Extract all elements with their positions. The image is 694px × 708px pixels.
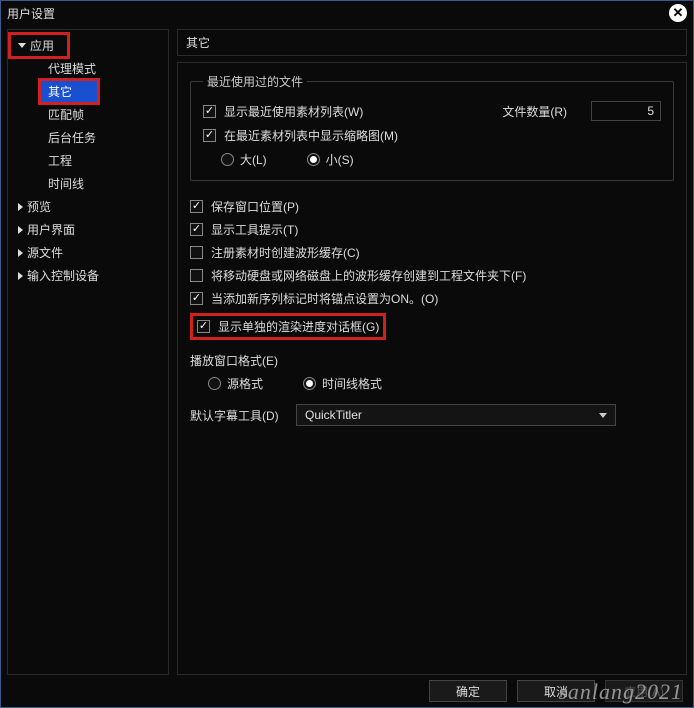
sidebar-item-label: 应用 — [30, 37, 54, 54]
chevron-right-icon — [18, 249, 23, 257]
sidebar-item-preview[interactable]: 预览 — [10, 195, 166, 218]
default-titler-select[interactable]: QuickTitler — [296, 404, 616, 426]
label-move-waveform: 将移动硬盘或网络磁盘上的波形缓存创建到工程文件夹下(F) — [211, 267, 526, 284]
label-default-titler: 默认字幕工具(D) — [190, 407, 282, 424]
label-tooltips: 显示工具提示(T) — [211, 221, 298, 238]
recent-files-legend: 最近使用过的文件 — [203, 73, 307, 90]
label-size-large: 大(L) — [240, 151, 267, 168]
label-anchor-on: 当添加新序列标记时将锚点设置为ON。(O) — [211, 290, 438, 307]
apply-button[interactable]: 应用(A) — [605, 680, 683, 702]
sidebar-item-app[interactable]: 应用 — [10, 34, 68, 57]
label-show-thumbs: 在最近素材列表中显示缩略图(M) — [224, 127, 398, 144]
checkbox-move-waveform[interactable] — [190, 269, 203, 282]
close-button[interactable]: ✕ — [669, 4, 687, 22]
sidebar-item-project[interactable]: 工程 — [10, 149, 166, 172]
titlebar: 用户设置 ✕ — [1, 1, 693, 25]
sidebar: 应用 代理模式 其它 匹配帧 后台任务 工程 时间线 预览 用户界面 源文件 — [7, 29, 169, 675]
sidebar-item-label: 用户界面 — [27, 221, 75, 238]
checkbox-tooltips[interactable] — [190, 223, 203, 236]
checkbox-anchor-on[interactable] — [190, 292, 203, 305]
radio-size-large[interactable] — [221, 153, 234, 166]
ok-button[interactable]: 确定 — [429, 680, 507, 702]
label-size-small: 小(S) — [326, 151, 354, 168]
sidebar-item-inputdevice[interactable]: 输入控制设备 — [10, 264, 166, 287]
file-count-input[interactable] — [591, 101, 661, 121]
cancel-button[interactable]: 取消 — [517, 680, 595, 702]
checkbox-show-thumbs[interactable] — [203, 129, 216, 142]
chevron-right-icon — [18, 272, 23, 280]
sidebar-item-bgtasks[interactable]: 后台任务 — [10, 126, 166, 149]
sidebar-item-ui[interactable]: 用户界面 — [10, 218, 166, 241]
select-value: QuickTitler — [305, 408, 362, 422]
sidebar-item-label: 输入控制设备 — [27, 267, 99, 284]
sidebar-item-proxy[interactable]: 代理模式 — [10, 57, 166, 80]
radio-timeline-format[interactable] — [303, 377, 316, 390]
checkbox-save-winpos[interactable] — [190, 200, 203, 213]
radio-source-format[interactable] — [208, 377, 221, 390]
sidebar-item-other[interactable]: 其它 — [40, 80, 98, 103]
chevron-down-icon — [18, 43, 26, 48]
chevron-down-icon — [599, 413, 607, 418]
sidebar-item-matchframe[interactable]: 匹配帧 — [10, 103, 166, 126]
recent-files-group: 最近使用过的文件 显示最近使用素材列表(W) 文件数量(R) 在最近素材列表中显… — [190, 73, 674, 181]
label-save-winpos: 保存窗口位置(P) — [211, 198, 299, 215]
checkbox-show-recent[interactable] — [203, 105, 216, 118]
sidebar-item-label: 预览 — [27, 198, 51, 215]
label-waveform: 注册素材时创建波形缓存(C) — [211, 244, 360, 261]
main-panel: 其它 最近使用过的文件 显示最近使用素材列表(W) 文件数量(R) 在 — [177, 29, 687, 675]
label-timeline-format: 时间线格式 — [322, 375, 382, 392]
page-title: 其它 — [177, 29, 687, 56]
label-file-count: 文件数量(R) — [502, 103, 567, 120]
checkbox-waveform[interactable] — [190, 246, 203, 259]
footer: 确定 取消 应用(A) sanlang2021 — [1, 675, 693, 707]
window-title: 用户设置 — [7, 5, 55, 22]
checkbox-render-dialog[interactable] — [197, 320, 210, 333]
sidebar-item-timeline[interactable]: 时间线 — [10, 172, 166, 195]
highlight-render-dialog: 显示单独的渲染进度对话框(G) — [190, 313, 386, 340]
sidebar-item-source[interactable]: 源文件 — [10, 241, 166, 264]
label-render-dialog: 显示单独的渲染进度对话框(G) — [218, 318, 379, 335]
label-playback-format: 播放窗口格式(E) — [190, 352, 278, 369]
chevron-right-icon — [18, 226, 23, 234]
chevron-right-icon — [18, 203, 23, 211]
radio-size-small[interactable] — [307, 153, 320, 166]
label-show-recent: 显示最近使用素材列表(W) — [224, 103, 363, 120]
label-source-format: 源格式 — [227, 375, 263, 392]
sidebar-item-label: 源文件 — [27, 244, 63, 261]
content-area: 最近使用过的文件 显示最近使用素材列表(W) 文件数量(R) 在最近素材列表中显… — [177, 62, 687, 675]
